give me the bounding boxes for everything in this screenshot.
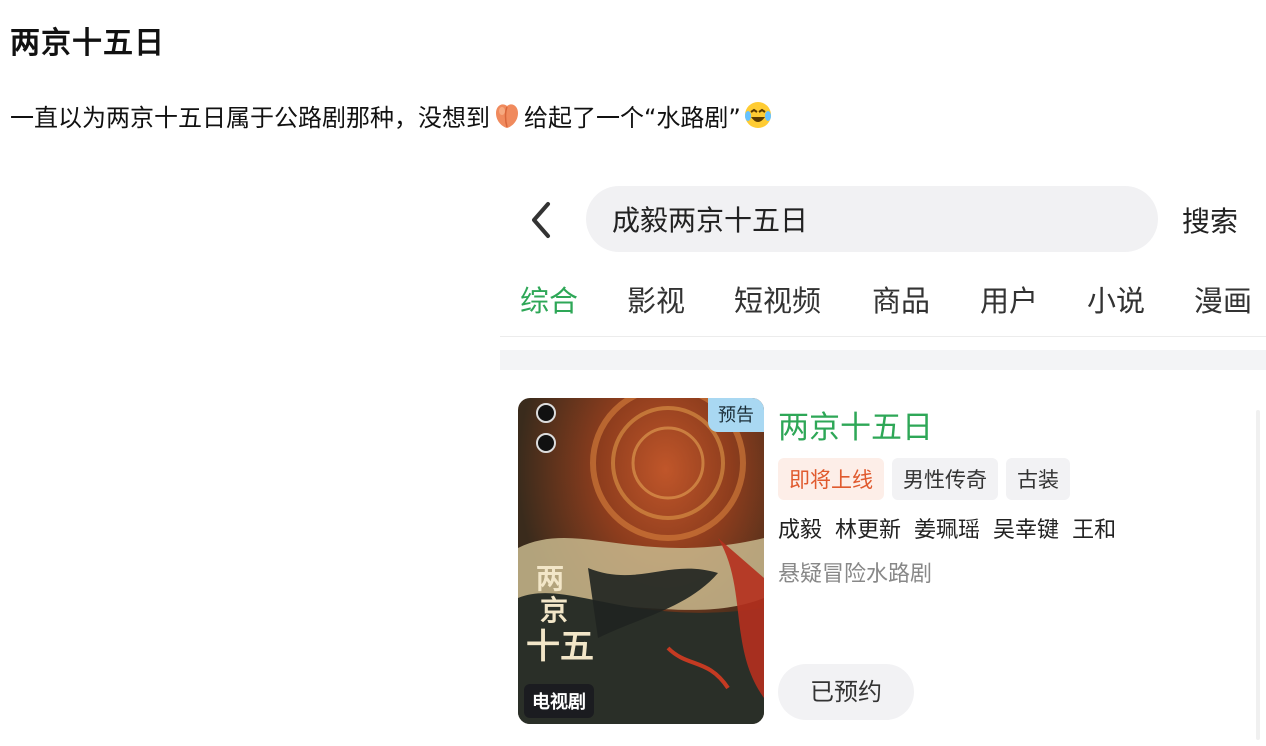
tag-list: 即将上线 男性传奇 古装 xyxy=(778,458,1078,500)
svg-text:十五: 十五 xyxy=(526,627,594,667)
search-button[interactable]: 搜索 xyxy=(1182,200,1238,240)
cast-member[interactable]: 姜珮瑶 xyxy=(914,518,980,543)
tab-products[interactable]: 商品 xyxy=(872,278,930,320)
search-input[interactable] xyxy=(612,186,1132,252)
tag-upcoming: 即将上线 xyxy=(778,458,884,500)
peach-emoji-icon xyxy=(492,100,522,136)
post-body-text-2: 给起了一个“水路剧” xyxy=(524,104,741,132)
tab-users[interactable]: 用户 xyxy=(980,278,1038,320)
trailer-badge: 预告 xyxy=(708,398,764,432)
tag-genre: 男性传奇 xyxy=(892,458,998,500)
scrollbar[interactable] xyxy=(1256,410,1260,740)
show-title[interactable]: 两京十五日 xyxy=(778,402,933,447)
cast-member[interactable]: 林更新 xyxy=(835,518,901,543)
tab-all[interactable]: 综合 xyxy=(520,278,578,320)
laughing-emoji-icon xyxy=(743,100,773,136)
cast-list: 成毅 林更新 姜珮瑶 吴幸键 王和 xyxy=(778,512,1129,544)
poster-image[interactable]: 两 京 十五 预告 电视剧 xyxy=(518,398,764,724)
tab-comics[interactable]: 漫画 xyxy=(1194,278,1252,320)
tab-short-video[interactable]: 短视频 xyxy=(734,278,821,320)
genre-description: 悬疑冒险水路剧 xyxy=(778,562,933,587)
tabs-divider xyxy=(500,336,1266,337)
post-title: 两京十五日 xyxy=(10,26,165,61)
tab-novels[interactable]: 小说 xyxy=(1087,278,1145,320)
svg-text:京: 京 xyxy=(540,594,568,627)
cast-member[interactable]: 王和 xyxy=(1072,518,1116,543)
category-tabs: 综合 影视 短视频 商品 用户 小说 漫画 xyxy=(500,278,1266,332)
section-separator xyxy=(500,350,1266,370)
back-chevron-icon[interactable] xyxy=(526,200,556,240)
tag-style: 古装 xyxy=(1006,458,1070,500)
tab-film-tv[interactable]: 影视 xyxy=(627,278,685,320)
search-box[interactable] xyxy=(586,186,1158,252)
app-screenshot: 搜索 综合 影视 短视频 商品 用户 小说 漫画 xyxy=(500,170,1266,746)
cast-member[interactable]: 成毅 xyxy=(778,518,822,543)
result-card: 两 京 十五 预告 电视剧 两京十五日 即将上线 男性传奇 古装 成毅 林更新 姜珮瑶吴… xyxy=(500,370,1266,746)
cast-member[interactable]: 吴幸键 xyxy=(993,518,1059,543)
post-body: 一直以为两京十五日属于公路剧那种，没想到 给起了一个“水路剧” xyxy=(10,98,775,136)
svg-text:两: 两 xyxy=(536,562,564,595)
content-type-badge: 电视剧 xyxy=(524,684,594,718)
reserved-button[interactable]: 已预约 xyxy=(778,664,914,720)
post-body-text-1: 一直以为两京十五日属于公路剧那种，没想到 xyxy=(10,104,490,132)
